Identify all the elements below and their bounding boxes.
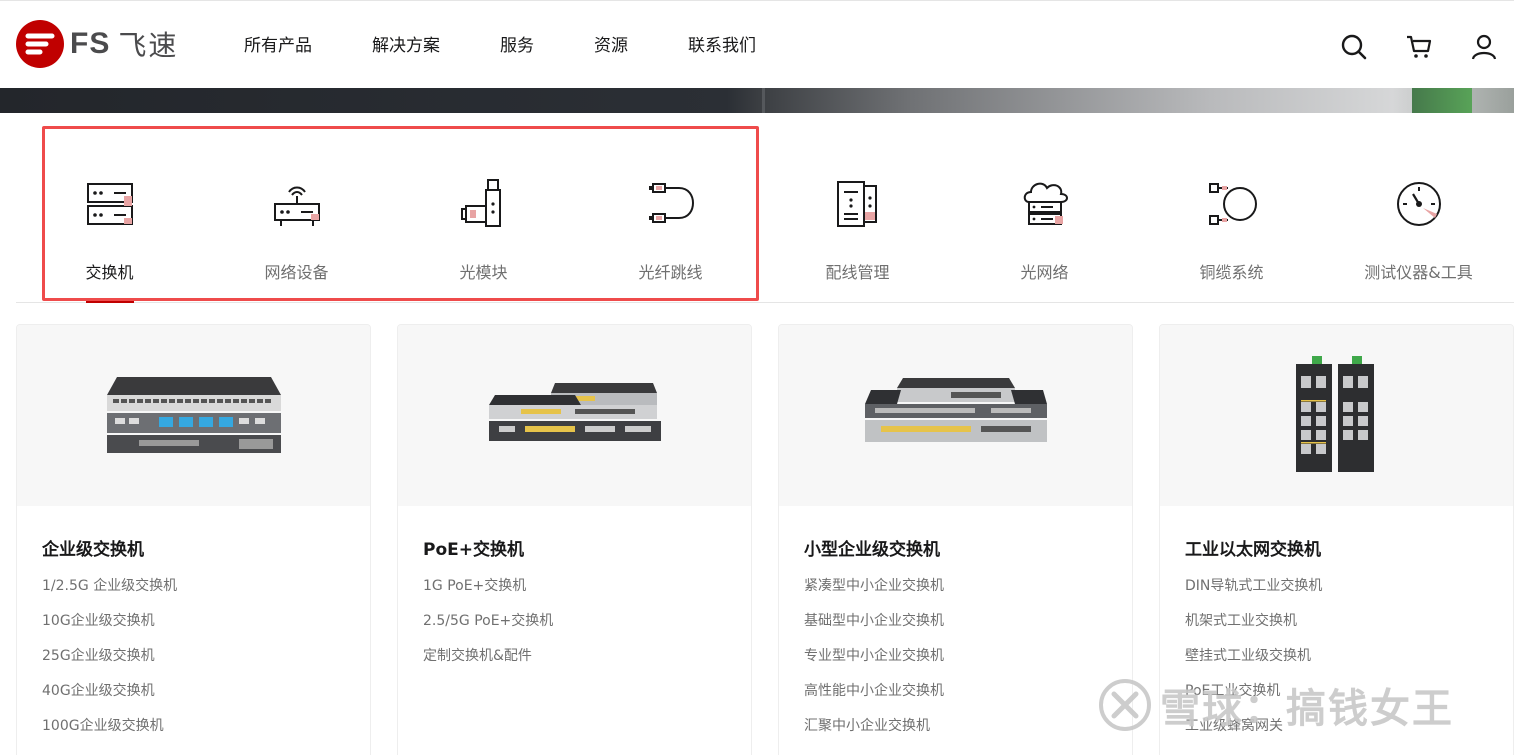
card-link[interactable]: DIN导轨式工业交换机 [1185, 577, 1322, 612]
card-link[interactable]: 定制交换机&配件 [423, 647, 553, 682]
tab-label: 铜缆系统 [1199, 263, 1264, 282]
card-link[interactable]: 2.5/5G PoE+交换机 [423, 612, 553, 647]
header-actions [1309, 27, 1504, 67]
poe-switch-image-icon [488, 382, 661, 441]
card-link[interactable]: 高性能中小企业交换机 [804, 682, 944, 717]
site-header: FS 飞速 所有产品 解决方案 服务 资源 联系我们 [0, 0, 1514, 88]
logo-letters: FS [70, 27, 111, 60]
card-link[interactable]: 基础型中小企业交换机 [804, 612, 944, 647]
router-icon [273, 186, 320, 226]
product-image [398, 325, 751, 506]
industrial-switch-image-icon [1295, 355, 1374, 472]
nav-resources[interactable]: 资源 [594, 31, 628, 56]
cart-icon[interactable] [1399, 27, 1439, 67]
card-link[interactable]: 40G企业级交换机 [42, 682, 177, 717]
product-card-smb-switches[interactable]: 小型企业级交换机 紧凑型中小企业交换机 基础型中小企业交换机 专业型中小企业交换… [778, 324, 1133, 755]
cloud-network-icon [1023, 182, 1068, 225]
banner-green-accent [1412, 88, 1472, 113]
category-tabs: 交换机 网络设备 光模块 光纤跳线 配线管理 光网络 铜缆系统 测试仪器&工具 [16, 113, 1514, 303]
card-title: 小型企业级交换机 [804, 540, 940, 560]
card-link[interactable]: 机架式工业交换机 [1185, 612, 1322, 647]
snowball-logo-icon [1099, 679, 1151, 731]
card-title: PoE+交换机 [423, 540, 524, 560]
transceiver-icon [460, 179, 501, 227]
account-icon[interactable] [1464, 27, 1504, 67]
card-link[interactable]: 汇聚中小企业交换机 [804, 717, 944, 752]
switch-icon [86, 183, 133, 225]
card-link-list: 1G PoE+交换机 2.5/5G PoE+交换机 定制交换机&配件 [423, 577, 553, 682]
card-link-list: 1/2.5G 企业级交换机 10G企业级交换机 25G企业级交换机 40G企业级… [42, 577, 177, 752]
active-tab-indicator [85, 301, 134, 303]
fs-logo[interactable]: FS 飞速 [16, 20, 178, 68]
tab-cable-management[interactable]: 配线管理 [764, 113, 951, 303]
nav-services[interactable]: 服务 [500, 31, 534, 56]
nav-solutions[interactable]: 解决方案 [372, 31, 440, 56]
tab-label: 配线管理 [825, 263, 890, 282]
tab-label: 交换机 [85, 263, 134, 282]
card-link[interactable]: 专业型中小企业交换机 [804, 647, 944, 682]
card-link[interactable]: 1/2.5G 企业级交换机 [42, 577, 177, 612]
product-image [17, 325, 370, 506]
card-link[interactable]: 100G企业级交换机 [42, 717, 177, 752]
product-image [1160, 325, 1513, 506]
tab-label: 网络设备 [264, 263, 329, 282]
watermark-text: 雪球：搞钱女王 [1160, 686, 1454, 732]
card-title: 工业以太网交换机 [1185, 540, 1321, 560]
tab-label: 测试仪器&工具 [1364, 263, 1473, 282]
main-nav: 所有产品 解决方案 服务 资源 联系我们 [244, 31, 756, 56]
nav-contact-us[interactable]: 联系我们 [688, 31, 756, 56]
nav-all-products[interactable]: 所有产品 [244, 31, 312, 56]
tab-copper-cabling[interactable]: 铜缆系统 [1138, 113, 1325, 303]
smb-switch-image-icon [864, 377, 1047, 442]
cabinet-icon [836, 181, 877, 227]
tab-switches[interactable]: 交换机 [16, 113, 203, 303]
copper-cable-icon [1208, 183, 1257, 225]
watermark: 雪球：搞钱女王 [1098, 676, 1454, 734]
card-link[interactable]: 紧凑型中小企业交换机 [804, 577, 944, 612]
card-link[interactable]: 1G PoE+交换机 [423, 577, 553, 612]
tab-label: 光模块 [459, 263, 508, 282]
logo-chinese-name: 飞速 [118, 29, 179, 62]
product-card-enterprise-switches[interactable]: 企业级交换机 1/2.5G 企业级交换机 10G企业级交换机 25G企业级交换机… [16, 324, 371, 755]
tab-transceivers[interactable]: 光模块 [390, 113, 577, 303]
gauge-icon [1396, 182, 1441, 226]
tab-label: 光纤跳线 [638, 263, 703, 282]
tab-optical-network[interactable]: 光网络 [951, 113, 1138, 303]
fiber-patch-cable-icon [648, 183, 694, 223]
hero-banner-strip [0, 88, 1514, 113]
card-link[interactable]: 10G企业级交换机 [42, 612, 177, 647]
banner-divider [762, 88, 765, 113]
enterprise-switch-image-icon [106, 376, 281, 453]
search-icon[interactable] [1334, 27, 1374, 67]
product-image [779, 325, 1132, 506]
tab-network-devices[interactable]: 网络设备 [203, 113, 390, 303]
tab-test-tools[interactable]: 测试仪器&工具 [1325, 113, 1512, 303]
card-title: 企业级交换机 [42, 540, 144, 560]
card-link-list: 紧凑型中小企业交换机 基础型中小企业交换机 专业型中小企业交换机 高性能中小企业… [804, 577, 944, 752]
tab-fiber-patch-cables[interactable]: 光纤跳线 [577, 113, 764, 303]
card-link[interactable]: 25G企业级交换机 [42, 647, 177, 682]
tab-label: 光网络 [1020, 263, 1069, 282]
product-card-poe-switches[interactable]: PoE+交换机 1G PoE+交换机 2.5/5G PoE+交换机 定制交换机&… [397, 324, 752, 755]
fs-logo-mark-icon [16, 20, 64, 68]
